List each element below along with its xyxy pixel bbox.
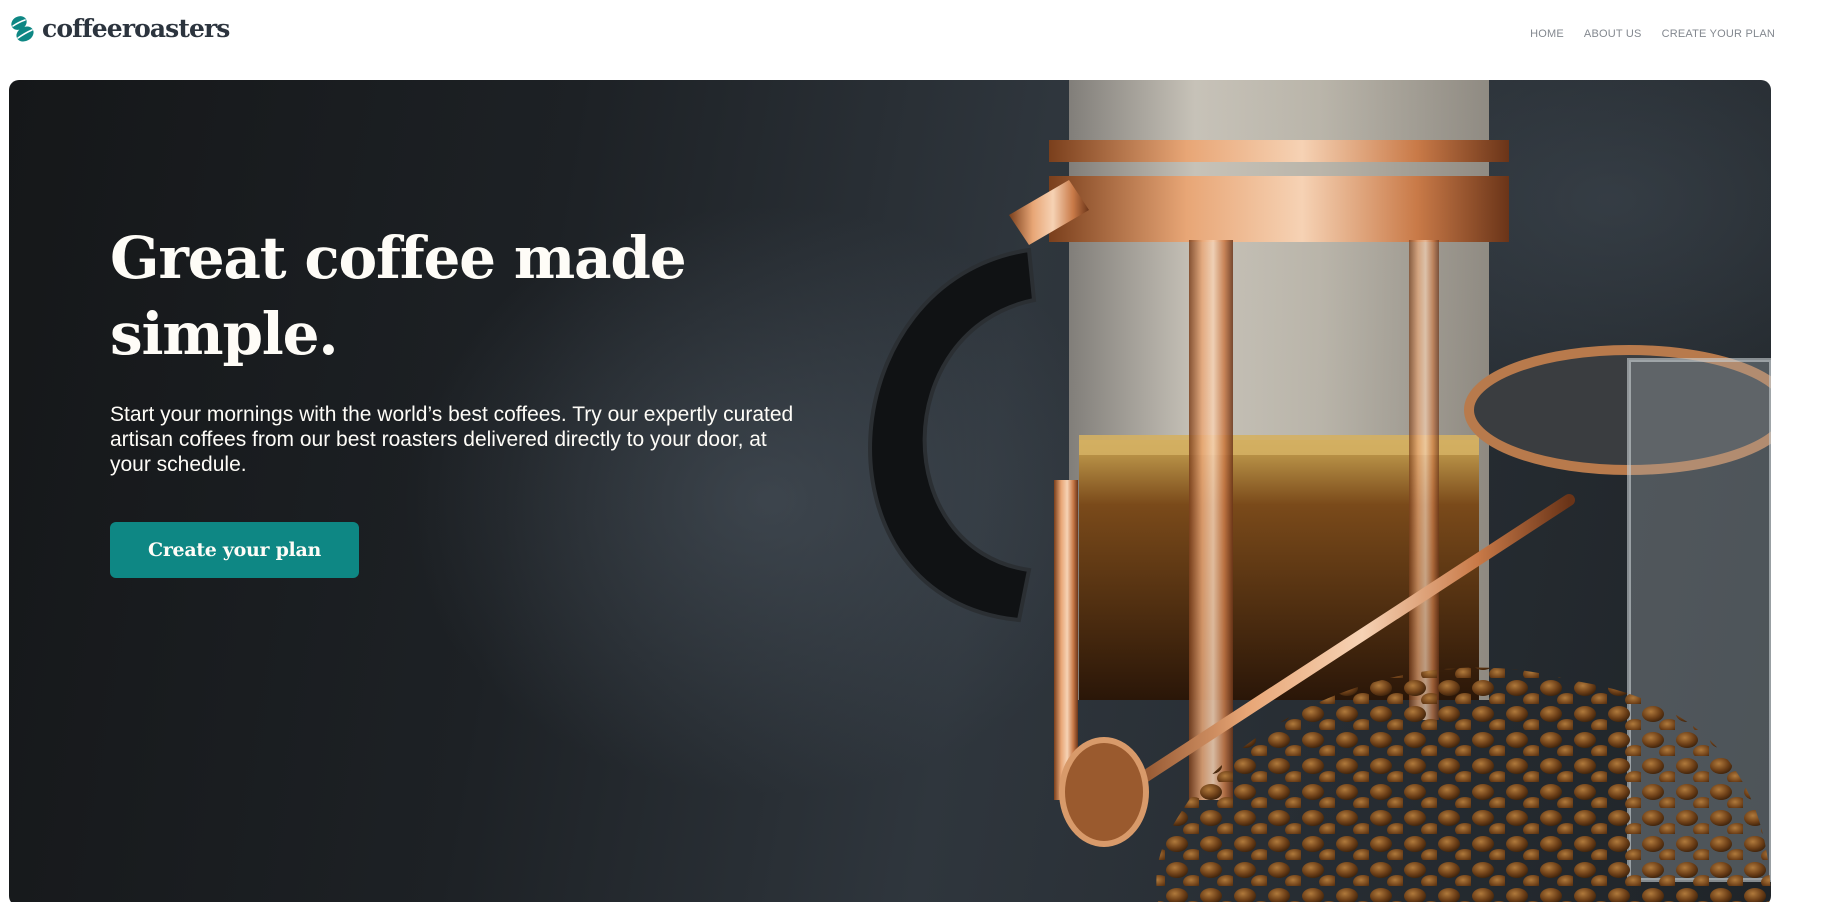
nav-item-home[interactable]: HOME — [1530, 27, 1564, 41]
coffee-bean-icon — [11, 16, 34, 42]
hero-section: Great coffee made simple. Start your mor… — [9, 80, 1771, 902]
logo-link[interactable]: coffeeroasters — [9, 14, 230, 44]
nav-item-about-us[interactable]: ABOUT US — [1584, 27, 1642, 41]
create-your-plan-button[interactable]: Create your plan — [110, 522, 359, 578]
main-nav: HOME ABOUT US CREATE YOUR PLAN — [1530, 27, 1775, 41]
site-header: coffeeroasters HOME ABOUT US CREATE YOUR… — [0, 0, 1828, 80]
hero-title: Great coffee made simple. — [110, 224, 687, 368]
nav-item-create-your-plan[interactable]: CREATE YOUR PLAN — [1662, 27, 1775, 41]
brand-name: coffeeroasters — [42, 14, 230, 43]
french-press-coffee-image — [868, 80, 1771, 902]
hero-description: Start your mornings with the world’s bes… — [110, 403, 794, 476]
